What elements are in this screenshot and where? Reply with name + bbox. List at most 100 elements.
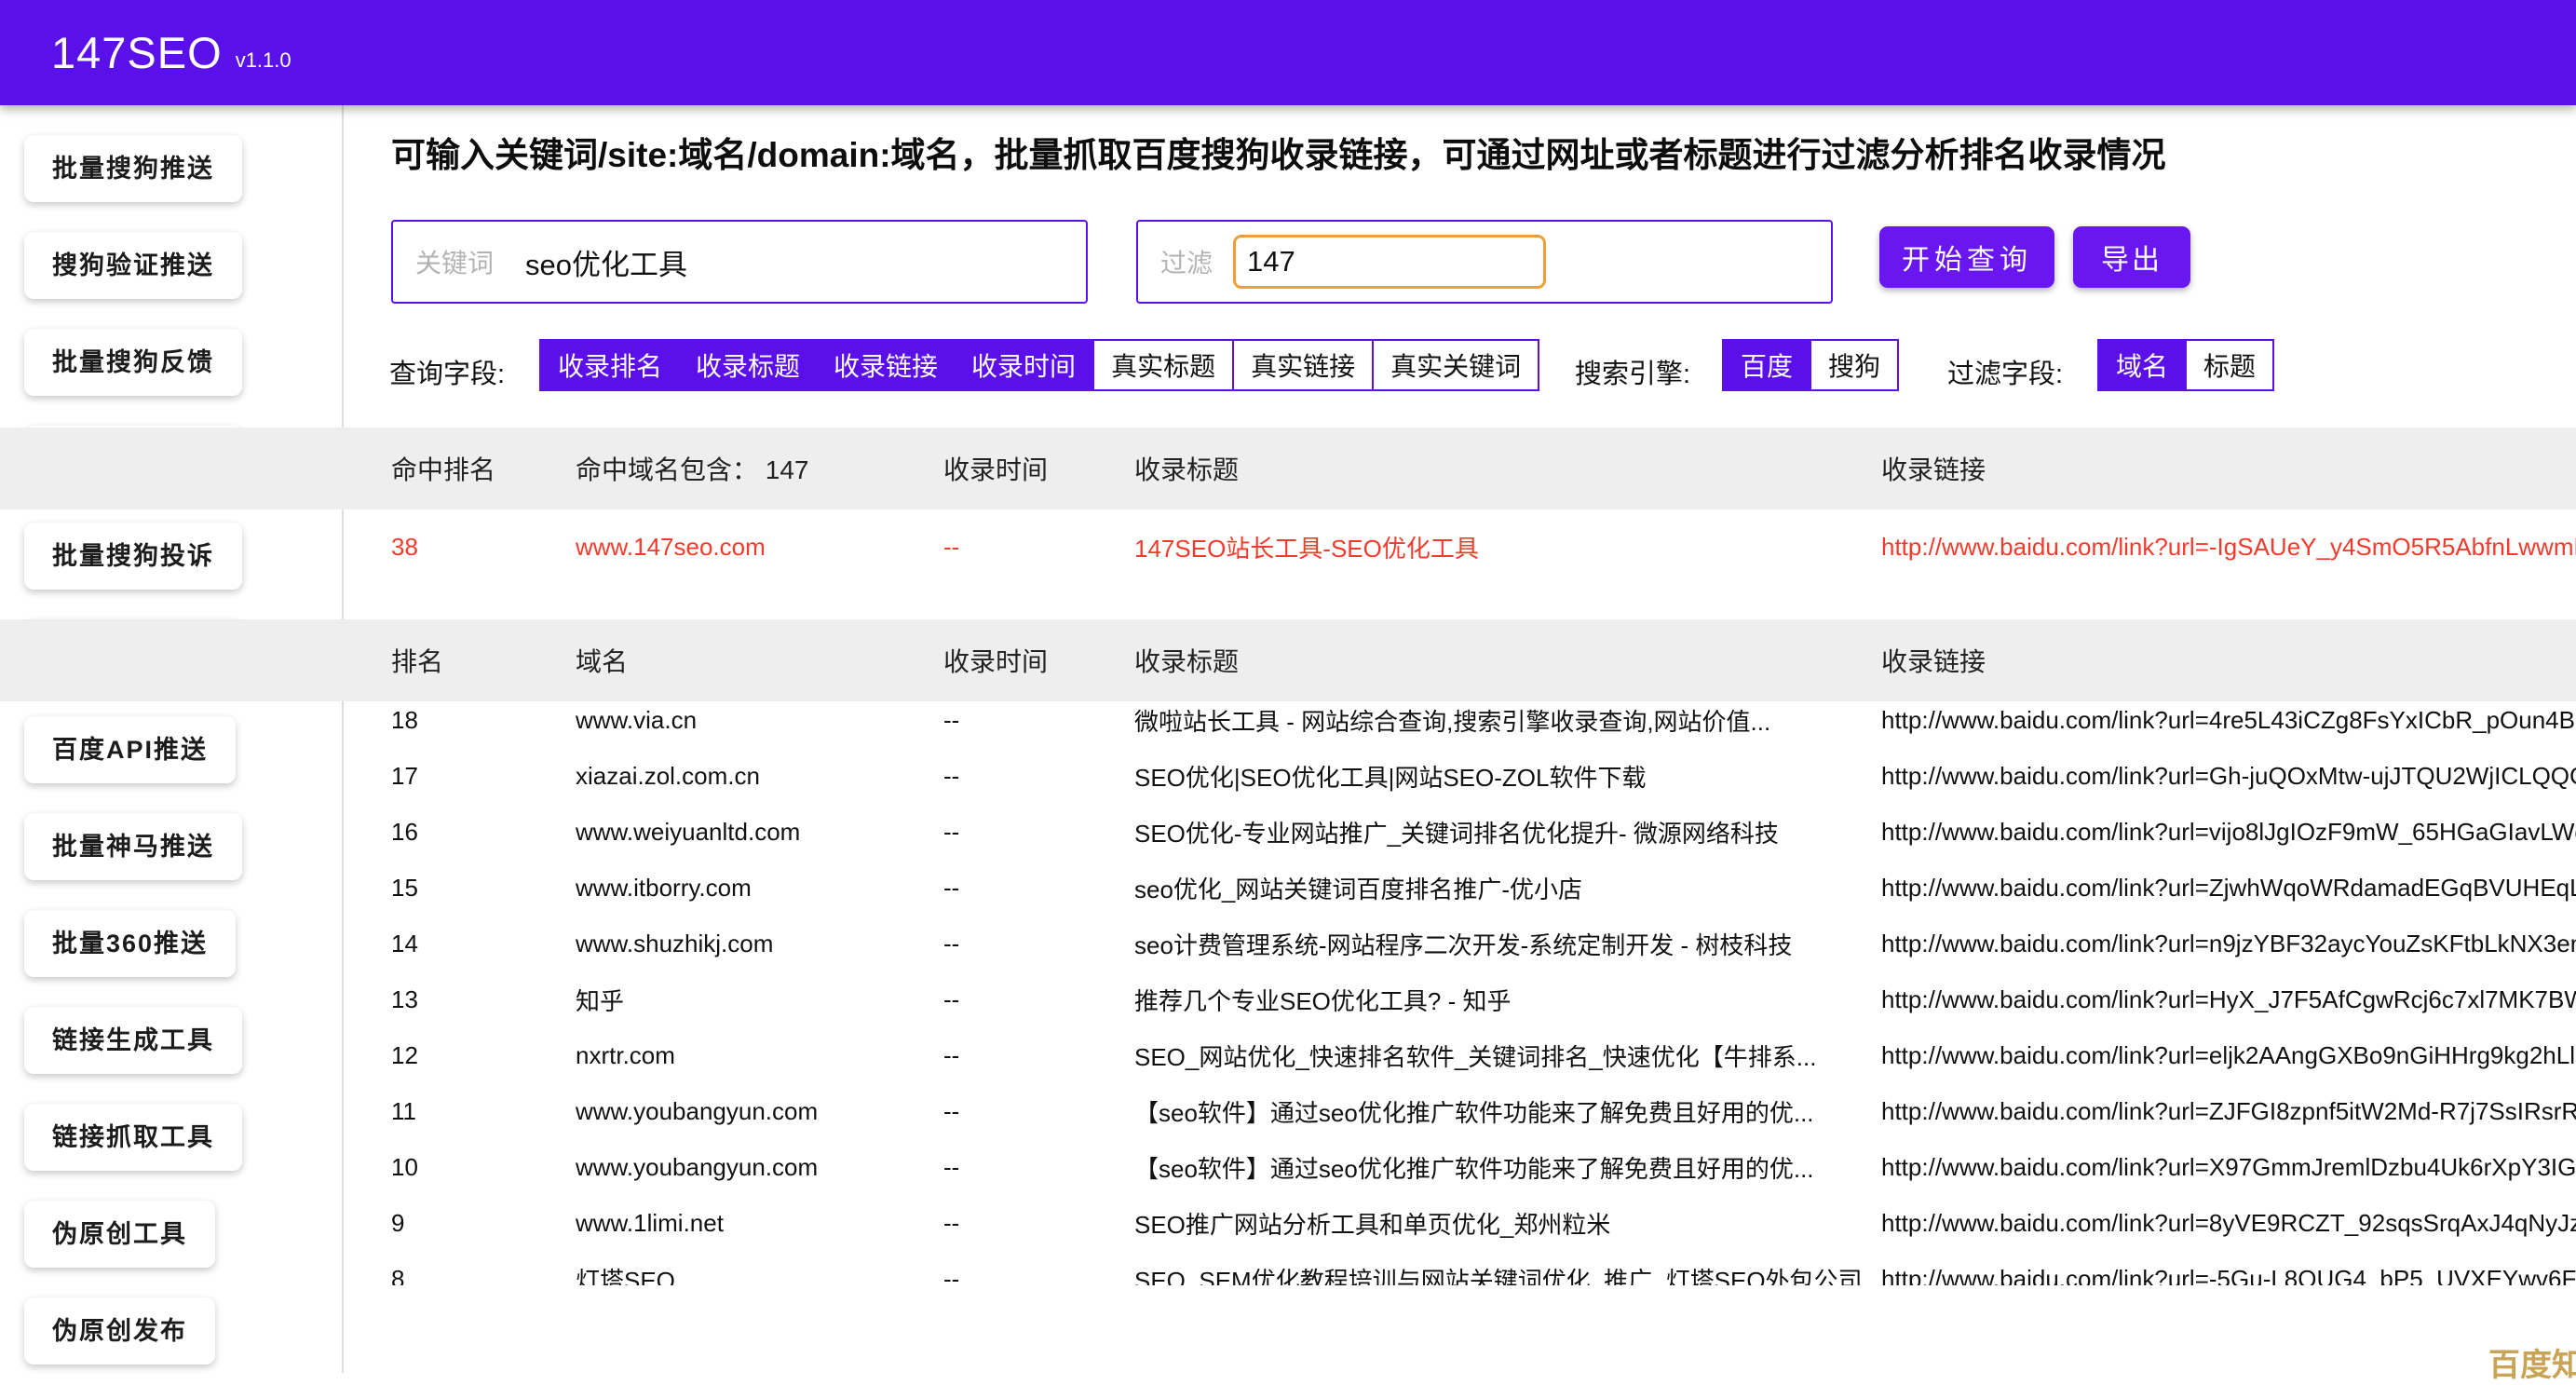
result-cell-link[interactable]: http://www.baidu.com/link?url=vijo8lJgIO… bbox=[1881, 804, 2576, 860]
export-button[interactable]: 导出 bbox=[2073, 226, 2190, 288]
hit-header-link: 收录链接 bbox=[1881, 428, 2576, 509]
result-cell-link[interactable]: http://www.baidu.com/link?url=8yVE9RCZT_… bbox=[1881, 1195, 2576, 1251]
result-cell-time: -- bbox=[943, 748, 1128, 804]
query-field-option-0[interactable]: 收录排名 bbox=[541, 341, 679, 389]
result-cell-domain: www.youbangyun.com bbox=[576, 1139, 937, 1195]
search-engine-option-0[interactable]: 百度 bbox=[1724, 341, 1810, 389]
result-cell-time: -- bbox=[943, 860, 1128, 916]
result-cell-link[interactable]: http://www.baidu.com/link?url=n9jzYBF32a… bbox=[1881, 916, 2576, 971]
result-cell-time: -- bbox=[943, 1251, 1128, 1285]
result-cell-link[interactable]: http://www.baidu.com/link?url=eljk2AAngG… bbox=[1881, 1027, 2576, 1083]
result-table-body[interactable]: 18www.via.cn--微啦站长工具 - 网站综合查询,搜索引擎收录查询,网… bbox=[0, 701, 2576, 1285]
main-content: 可输入关键词/site:域名/domain:域名，批量抓取百度搜狗收录链接，可通… bbox=[0, 0, 2576, 1373]
query-field-option-5[interactable]: 真实链接 bbox=[1232, 341, 1372, 389]
app-header: 147SEO v1.1.0 bbox=[0, 0, 2576, 105]
result-row-10: 8灯塔SEO--SEO_SEM优化教程培训与网站关键词优化_推广_灯塔SEO外包… bbox=[0, 1251, 2576, 1285]
result-row-5: 13知乎--推荐几个专业SEO优化工具? - 知乎http://www.baid… bbox=[0, 971, 2576, 1027]
result-cell-title: SEO推广网站分析工具和单页优化_郑州粒米 bbox=[1134, 1195, 1875, 1251]
result-cell-rank: 11 bbox=[391, 1083, 568, 1139]
hit-header-time: 收录时间 bbox=[943, 428, 1128, 509]
filter-input-value: 147 bbox=[1247, 245, 1295, 278]
app-title: 147SEO bbox=[51, 27, 223, 78]
result-cell-title: 推荐几个专业SEO优化工具? - 知乎 bbox=[1134, 971, 1875, 1027]
result-row-8: 10www.youbangyun.com--【seo软件】通过seo优化推广软件… bbox=[0, 1139, 2576, 1195]
result-cell-domain: www.youbangyun.com bbox=[576, 1083, 937, 1139]
result-cell-domain: www.itborry.com bbox=[576, 860, 937, 916]
result-cell-domain: www.1limi.net bbox=[576, 1195, 937, 1251]
result-cell-rank: 18 bbox=[391, 701, 568, 748]
query-fields-group: 收录排名收录标题收录链接收录时间真实标题真实链接真实关键词 bbox=[539, 339, 1539, 391]
result-row-1: 17xiazai.zol.com.cn--SEO优化|SEO优化工具|网站SEO… bbox=[0, 748, 2576, 804]
result-cell-link[interactable]: http://www.baidu.com/link?url=-5Gu-L8QUG… bbox=[1881, 1251, 2576, 1285]
search-engine-label: 搜索引擎: bbox=[1575, 352, 1690, 391]
result-cell-time: -- bbox=[943, 701, 1128, 748]
result-cell-title: seo计费管理系统-网站程序二次开发-系统定制开发 - 树枝科技 bbox=[1134, 916, 1875, 971]
result-cell-domain: xiazai.zol.com.cn bbox=[576, 748, 937, 804]
hit-cell-rank: 38 bbox=[391, 509, 568, 584]
result-cell-rank: 14 bbox=[391, 916, 568, 971]
result-cell-domain: 知乎 bbox=[576, 971, 937, 1027]
query-field-option-2[interactable]: 收录链接 bbox=[817, 341, 955, 389]
query-field-option-3[interactable]: 收录时间 bbox=[955, 341, 1092, 389]
result-cell-rank: 12 bbox=[391, 1027, 568, 1083]
result-cell-time: -- bbox=[943, 1195, 1128, 1251]
query-field-option-1[interactable]: 收录标题 bbox=[679, 341, 817, 389]
result-header-time: 收录时间 bbox=[943, 619, 1128, 701]
result-cell-link[interactable]: http://www.baidu.com/link?url=ZJFGI8zpnf… bbox=[1881, 1083, 2576, 1139]
hit-cell-link[interactable]: http://www.baidu.com/link?url=-IgSAUeY_y… bbox=[1881, 509, 2576, 584]
result-table-header: 排名 域名 收录时间 收录标题 收录链接 bbox=[0, 619, 2576, 701]
result-cell-rank: 10 bbox=[391, 1139, 568, 1195]
filter-field-option-0[interactable]: 域名 bbox=[2099, 341, 2185, 389]
result-row-6: 12nxrtr.com--SEO_网站优化_快速排名软件_关键词排名_快速优化【… bbox=[0, 1027, 2576, 1083]
hit-table-header: 命中排名 命中域名包含： 147 收录时间 收录标题 收录链接 bbox=[0, 428, 2576, 509]
result-cell-time: -- bbox=[943, 1083, 1128, 1139]
result-row-2: 16www.weiyuanltd.com--SEO优化-专业网站推广_关键词排名… bbox=[0, 804, 2576, 860]
search-engine-option-1[interactable]: 搜狗 bbox=[1810, 341, 1897, 389]
page-title: 可输入关键词/site:域名/domain:域名，批量抓取百度搜狗收录链接，可通… bbox=[391, 127, 2166, 177]
result-cell-time: -- bbox=[943, 971, 1128, 1027]
query-field-option-6[interactable]: 真实关键词 bbox=[1372, 341, 1538, 389]
result-cell-link[interactable]: http://www.baidu.com/link?url=4re5L43iCZ… bbox=[1881, 701, 2576, 748]
result-cell-domain: www.weiyuanltd.com bbox=[576, 804, 937, 860]
search-engine-group: 百度搜狗 bbox=[1722, 339, 1899, 391]
result-cell-title: SEO优化-专业网站推广_关键词排名优化提升- 微源网络科技 bbox=[1134, 804, 1875, 860]
result-cell-title: SEO_网站优化_快速排名软件_关键词排名_快速优化【牛排系... bbox=[1134, 1027, 1875, 1083]
filter-input-wrapper: 过滤 147 bbox=[1136, 220, 1833, 304]
query-field-option-4[interactable]: 真实标题 bbox=[1092, 341, 1232, 389]
query-fields-label: 查询字段: bbox=[389, 352, 505, 391]
result-cell-link[interactable]: http://www.baidu.com/link?url=Gh-juQOxMt… bbox=[1881, 748, 2576, 804]
filter-field-label: 过滤字段: bbox=[1947, 352, 2063, 391]
filter-input-label: 过滤 bbox=[1160, 243, 1213, 280]
result-cell-rank: 15 bbox=[391, 860, 568, 916]
result-cell-title: 【seo软件】通过seo优化推广软件功能来了解免费且好用的优... bbox=[1134, 1083, 1875, 1139]
result-row-9: 9www.1limi.net--SEO推广网站分析工具和单页优化_郑州粒米htt… bbox=[0, 1195, 2576, 1251]
result-cell-domain: www.via.cn bbox=[576, 701, 937, 748]
hit-header-domain: 命中域名包含： 147 bbox=[576, 428, 937, 509]
result-cell-domain: nxrtr.com bbox=[576, 1027, 937, 1083]
result-cell-time: -- bbox=[943, 804, 1128, 860]
result-cell-domain: 灯塔SEO bbox=[576, 1251, 937, 1285]
result-cell-rank: 16 bbox=[391, 804, 568, 860]
hit-table-row: 38 www.147seo.com -- 147SEO站长工具-SEO优化工具 … bbox=[0, 509, 2576, 584]
hit-header-rank: 命中排名 bbox=[391, 428, 568, 509]
filter-field-group: 域名标题 bbox=[2097, 339, 2274, 391]
keyword-input[interactable]: 关键词 seo优化工具 bbox=[391, 220, 1088, 304]
result-row-0: 18www.via.cn--微啦站长工具 - 网站综合查询,搜索引擎收录查询,网… bbox=[0, 701, 2576, 748]
result-cell-link[interactable]: http://www.baidu.com/link?url=HyX_J7F5Af… bbox=[1881, 971, 2576, 1027]
result-cell-rank: 9 bbox=[391, 1195, 568, 1251]
result-row-7: 11www.youbangyun.com--【seo软件】通过seo优化推广软件… bbox=[0, 1083, 2576, 1139]
result-cell-link[interactable]: http://www.baidu.com/link?url=X97GmmJrem… bbox=[1881, 1139, 2576, 1195]
result-cell-time: -- bbox=[943, 1139, 1128, 1195]
result-cell-time: -- bbox=[943, 916, 1128, 971]
keyword-input-label: 关键词 bbox=[415, 243, 494, 280]
hit-cell-title: 147SEO站长工具-SEO优化工具 bbox=[1134, 509, 1875, 584]
filter-input[interactable]: 147 bbox=[1233, 235, 1546, 289]
filter-field-option-1[interactable]: 标题 bbox=[2185, 341, 2272, 389]
keyword-input-value: seo优化工具 bbox=[525, 241, 687, 283]
result-cell-title: 微啦站长工具 - 网站综合查询,搜索引擎收录查询,网站价值... bbox=[1134, 701, 1875, 748]
result-header-domain: 域名 bbox=[576, 619, 937, 701]
result-cell-link[interactable]: http://www.baidu.com/link?url=ZjwhWqoWRd… bbox=[1881, 860, 2576, 916]
start-query-button[interactable]: 开始查询 bbox=[1879, 226, 2054, 288]
result-cell-title: SEO优化|SEO优化工具|网站SEO-ZOL软件下载 bbox=[1134, 748, 1875, 804]
hit-cell-domain: www.147seo.com bbox=[576, 509, 937, 584]
